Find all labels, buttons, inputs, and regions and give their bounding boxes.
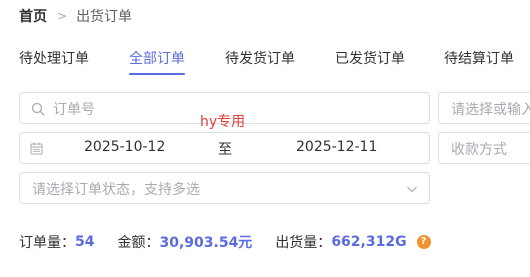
tab-to-settle[interactable]: 待结算订单 xyxy=(444,48,514,72)
breadcrumb-separator: > xyxy=(57,9,68,23)
order-count-value: 54 xyxy=(75,234,95,250)
date-start-value[interactable]: 2025-10-12 xyxy=(84,139,165,155)
order-status-placeholder: 请选择订单状态，支持多选 xyxy=(32,182,200,198)
date-range-picker[interactable]: 2025-10-12 至 2025-12-11 xyxy=(19,132,430,164)
order-page: 首页 > 出货订单 待处理订单 全部订单 待发货订单 已发货订单 待结算订单 订… xyxy=(0,0,530,277)
payment-method-placeholder: 收款方式 xyxy=(451,142,507,158)
amount-value: 30,903.54元 xyxy=(159,235,253,251)
search-icon xyxy=(31,102,45,116)
select-or-input-field[interactable]: 请选择或输入 xyxy=(438,92,530,124)
tab-pending[interactable]: 待处理订单 xyxy=(19,48,89,72)
date-range-separator: 至 xyxy=(218,142,232,158)
tab-shipped[interactable]: 已发货订单 xyxy=(335,48,405,72)
order-no-placeholder: 订单号 xyxy=(53,102,95,118)
shipped-value: 662,312G xyxy=(331,234,407,250)
date-end-value[interactable]: 2025-12-11 xyxy=(296,139,377,155)
order-tabs: 待处理订单 全部订单 待发货订单 已发货订单 待结算订单 xyxy=(0,48,530,78)
payment-method-select[interactable]: 收款方式 xyxy=(438,132,530,164)
watermark-text: hy专用 xyxy=(200,114,246,130)
order-status-select[interactable]: 请选择订单状态，支持多选 xyxy=(19,172,430,204)
select-or-input-placeholder: 请选择或输入 xyxy=(451,102,530,118)
chevron-down-icon xyxy=(407,186,417,193)
shipped-label: 出货量： xyxy=(275,235,332,251)
tab-all[interactable]: 全部订单 xyxy=(129,48,185,75)
breadcrumb: 首页 > 出货订单 xyxy=(19,7,132,25)
question-icon[interactable]: ? xyxy=(416,235,431,249)
calendar-icon xyxy=(30,142,43,155)
order-count-label: 订单量： xyxy=(19,235,75,251)
tab-to-ship[interactable]: 待发货订单 xyxy=(225,48,295,72)
order-summary: 订单量： 54 金额： 30,903.54元 出货量： 662,312G ? xyxy=(19,233,431,251)
breadcrumb-home[interactable]: 首页 xyxy=(19,6,47,26)
amount-label: 金额： xyxy=(117,235,160,251)
breadcrumb-current: 出货订单 xyxy=(76,9,133,25)
